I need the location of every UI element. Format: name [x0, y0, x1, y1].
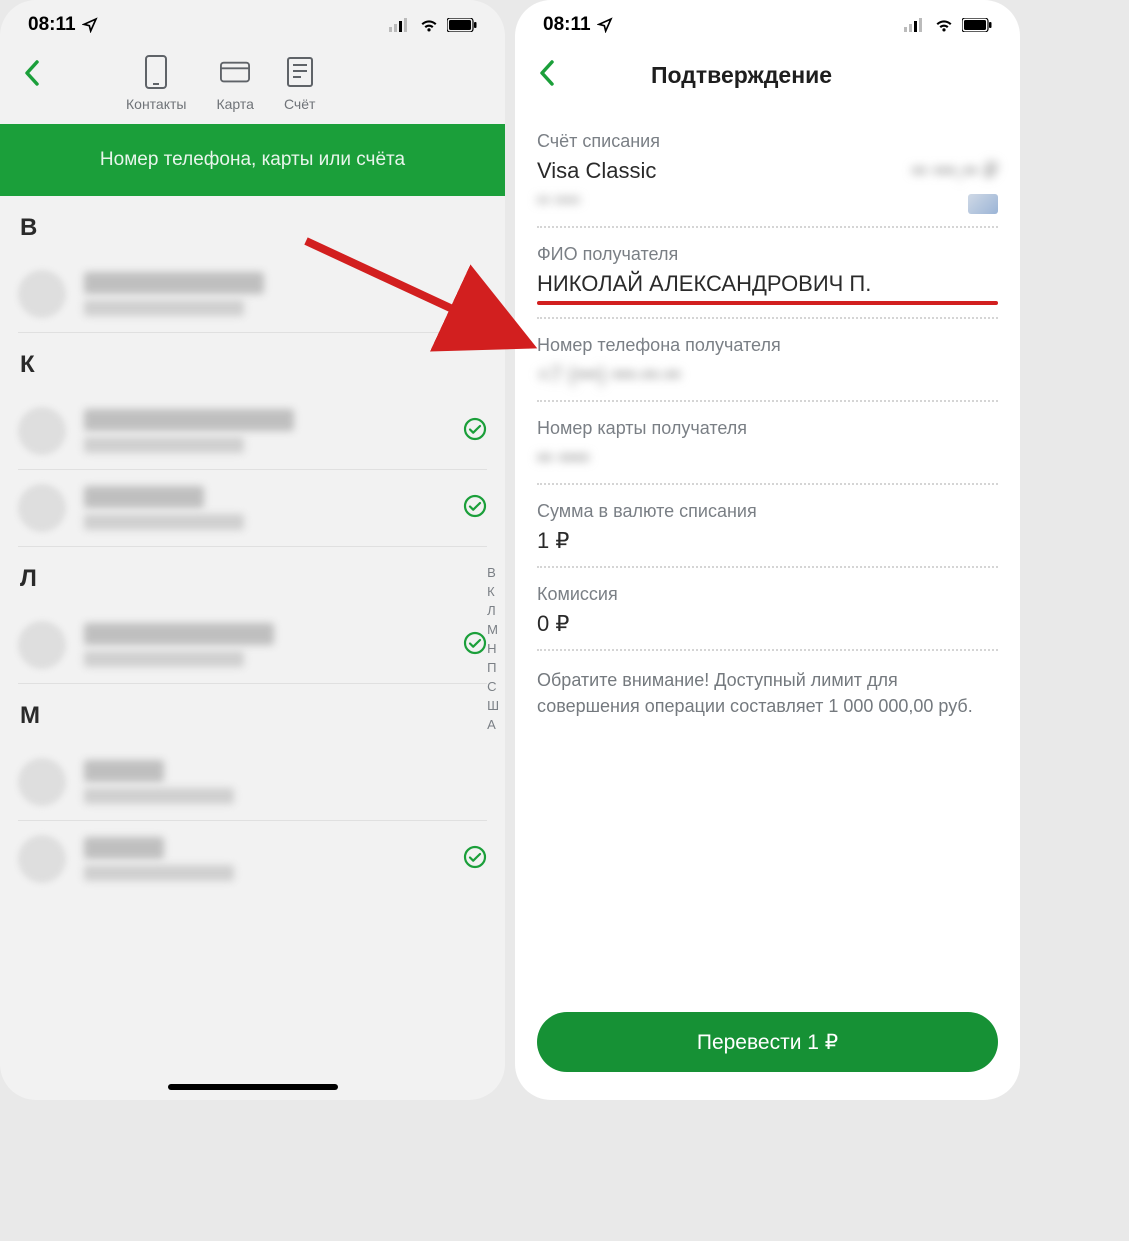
sber-check-icon	[463, 845, 487, 874]
status-bar: 08:11	[515, 0, 1020, 44]
limit-notice: Обратите внимание! Доступный лимит для с…	[537, 651, 998, 735]
status-icons	[904, 18, 992, 33]
field-label: Комиссия	[537, 584, 998, 605]
card-thumbnail-icon	[968, 194, 998, 214]
field-label: Счёт списания	[537, 131, 998, 152]
field-account: Счёт списания Visa Classic •• •••• •• ••…	[537, 115, 998, 228]
status-time: 08:11	[28, 14, 76, 36]
back-button[interactable]	[18, 54, 46, 97]
contact-row[interactable]	[18, 470, 487, 547]
account-balance-masked: •• •••,•• ₽	[912, 158, 998, 184]
section-header: К	[18, 333, 487, 393]
card-icon	[220, 61, 250, 83]
transfer-button-label: Перевести 1 ₽	[697, 1030, 838, 1055]
sber-check-icon	[463, 494, 487, 523]
status-time: 08:11	[543, 14, 591, 36]
header: Подтверждение	[515, 44, 1020, 115]
tab-label: Карта	[216, 96, 253, 112]
page-title: Подтверждение	[651, 62, 832, 89]
battery-icon	[962, 18, 992, 32]
recipient-card-masked: •• ••••	[537, 445, 637, 471]
section-header: В	[18, 196, 487, 256]
location-icon	[82, 17, 98, 33]
recipient-name: НИКОЛАЙ АЛЕКСАНДРОВИЧ П.	[537, 271, 998, 297]
status-bar: 08:11	[0, 0, 505, 44]
field-amount: Сумма в валюте списания 1 ₽	[537, 485, 998, 568]
wifi-icon	[934, 18, 954, 33]
status-icons	[389, 18, 477, 33]
annotation-underline	[537, 301, 998, 305]
alphabet-index[interactable]: В К Л М Н П С Ш А	[487, 565, 499, 732]
section-header: Л	[18, 547, 487, 607]
battery-icon	[447, 18, 477, 32]
contact-row[interactable]	[18, 744, 487, 821]
avatar	[18, 407, 66, 455]
phone-confirmation-screen: 08:11 Подтверждение Счёт списания Visa C…	[515, 0, 1020, 1100]
avatar	[18, 270, 66, 318]
avatar	[18, 758, 66, 806]
tab-label: Счёт	[284, 96, 315, 112]
field-label: Номер карты получателя	[537, 418, 998, 439]
fee-value: 0 ₽	[537, 611, 998, 637]
account-name: Visa Classic	[537, 158, 656, 184]
back-button[interactable]	[533, 54, 561, 97]
location-icon	[597, 17, 613, 33]
contact-row[interactable]	[18, 821, 487, 897]
tab-card[interactable]: Карта	[216, 54, 253, 112]
tab-contacts[interactable]: Контакты	[126, 54, 186, 112]
phone-contacts-screen: 08:11 Контакты Карта	[0, 0, 505, 1100]
wifi-icon	[419, 18, 439, 33]
contact-row[interactable]	[18, 393, 487, 470]
account-icon	[287, 57, 313, 87]
home-indicator[interactable]	[168, 1084, 338, 1090]
field-label: Номер телефона получателя	[537, 335, 998, 356]
section-header: М	[18, 684, 487, 744]
sber-check-icon	[463, 631, 487, 660]
contact-row[interactable]	[18, 607, 487, 684]
chevron-left-icon	[539, 60, 555, 86]
phone-icon	[145, 55, 167, 89]
field-label: Сумма в валюте списания	[537, 501, 998, 522]
transfer-button[interactable]: Перевести 1 ₽	[537, 1012, 998, 1072]
field-recipient-name: ФИО получателя НИКОЛАЙ АЛЕКСАНДРОВИЧ П.	[537, 228, 998, 319]
cellular-icon	[389, 18, 411, 32]
avatar	[18, 835, 66, 883]
header: Контакты Карта Счёт	[0, 44, 505, 124]
chevron-left-icon	[24, 60, 40, 86]
search-placeholder: Номер телефона, карты или счёта	[100, 149, 405, 171]
amount-value: 1 ₽	[537, 528, 998, 554]
avatar	[18, 484, 66, 532]
avatar	[18, 621, 66, 669]
field-label: ФИО получателя	[537, 244, 998, 265]
tab-label: Контакты	[126, 96, 186, 112]
sber-check-icon	[463, 417, 487, 446]
field-recipient-card: Номер карты получателя •• ••••	[537, 402, 998, 485]
cellular-icon	[904, 18, 926, 32]
search-input[interactable]: Номер телефона, карты или счёта	[0, 124, 505, 196]
contact-row[interactable]	[18, 256, 487, 333]
field-fee: Комиссия 0 ₽	[537, 568, 998, 651]
account-number-masked: •• ••••	[537, 190, 656, 211]
field-recipient-phone: Номер телефона получателя +7 (•••) •••-•…	[537, 319, 998, 402]
recipient-phone-masked: +7 (•••) •••-••-••	[537, 362, 998, 388]
tab-account[interactable]: Счёт	[284, 54, 315, 112]
